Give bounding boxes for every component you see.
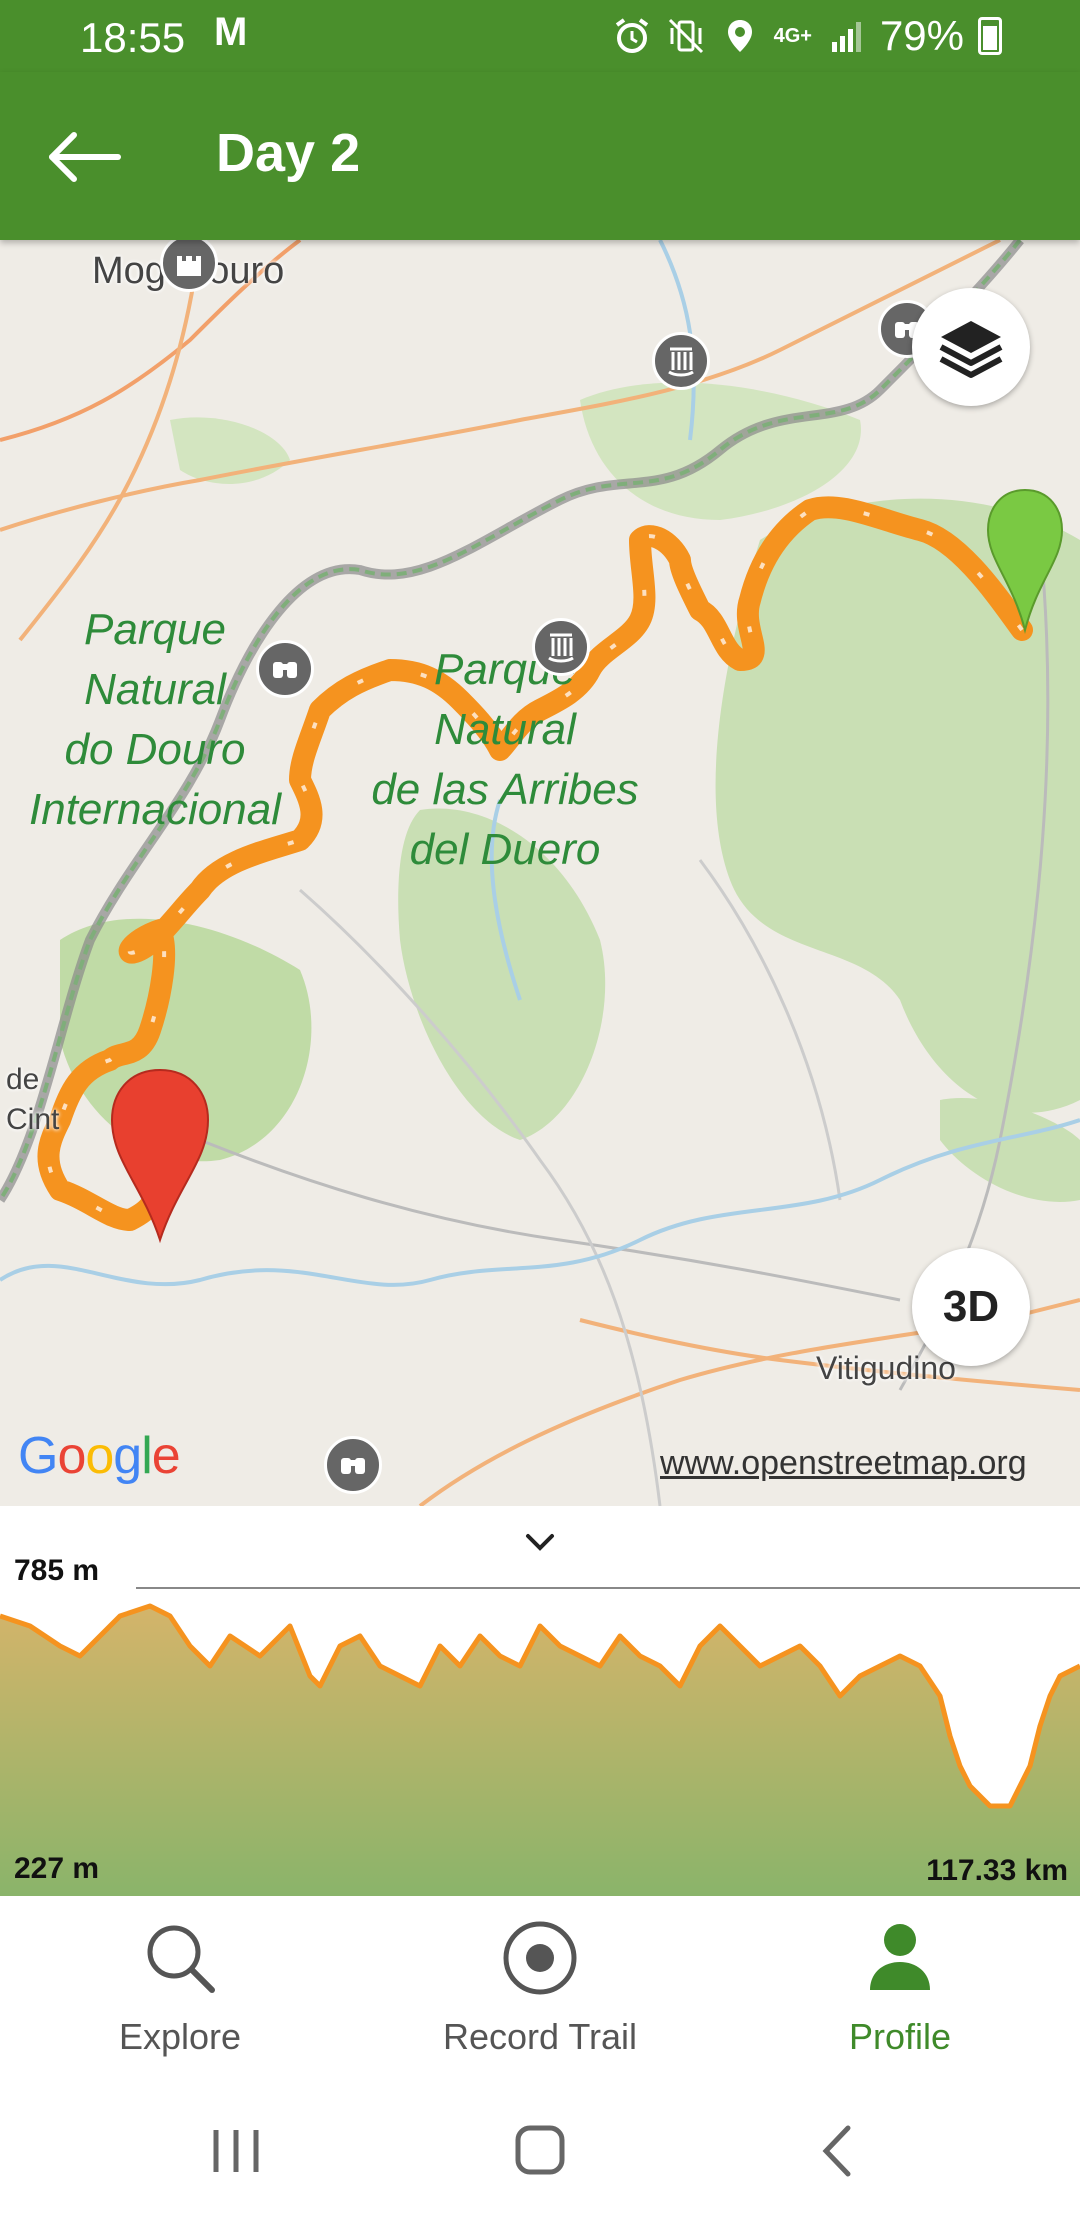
park-label-spain: Parque Natural de las Arribes del Duero	[340, 640, 670, 880]
home-icon[interactable]	[500, 2116, 580, 2186]
status-time: 18:55	[80, 14, 186, 61]
waterfall-poi-icon[interactable]	[652, 332, 710, 390]
nav-profile-label: Profile	[848, 2016, 952, 2057]
location-icon	[727, 20, 752, 52]
alarm-icon	[615, 18, 648, 53]
vibrate-icon	[668, 18, 703, 54]
person-icon	[870, 1924, 930, 1990]
park-pt-line4: Internacional	[29, 785, 281, 834]
park-es-line2: Natural	[434, 705, 576, 754]
app-bar: Day 2	[0, 72, 1080, 240]
battery-percent: 79%	[879, 12, 964, 59]
signal-icon	[831, 22, 861, 52]
battery-icon	[978, 17, 1002, 55]
toggle-3d-button[interactable]: 3D	[912, 1248, 1030, 1366]
chevron-down-icon[interactable]	[520, 1526, 560, 1556]
nav-explore[interactable]: Explore	[30, 1916, 330, 2066]
elevation-max-label: 785 m	[14, 1554, 100, 1587]
viewpoint-poi-icon[interactable]	[324, 1436, 382, 1494]
waterfall-poi-icon[interactable]	[532, 618, 590, 676]
recent-apps-icon[interactable]	[196, 2116, 276, 2186]
park-pt-line3: do Douro	[64, 725, 246, 774]
town-label-edge: de Cint	[6, 1060, 59, 1140]
network-type: 4G+	[773, 24, 812, 47]
layers-icon	[939, 321, 1003, 378]
bottom-navigation: Explore Record Trail Profile	[0, 1896, 1080, 2076]
osm-attribution-link[interactable]: www.openstreetmap.org	[660, 1444, 1027, 1483]
elevation-min-label: 227 m	[14, 1852, 100, 1885]
status-bar: 18:55 M 4G+ 79%	[0, 0, 1080, 72]
nav-record-trail[interactable]: Record Trail	[390, 1916, 690, 2066]
back-icon[interactable]	[800, 2116, 880, 2186]
map-layers-button[interactable]	[912, 288, 1030, 406]
park-label-portugal: Parque Natural do Douro Internacional	[0, 600, 310, 840]
page-title: Day 2	[216, 123, 361, 183]
gmail-notification-icon: M	[214, 10, 248, 54]
search-icon	[147, 1925, 215, 1993]
distance-label: 117.33 km	[926, 1854, 1068, 1887]
town-label-vitigudino: Vitigudino	[816, 1350, 956, 1386]
edge-line2: Cint	[6, 1103, 60, 1136]
elevation-profile-panel: 785 m 227 m 117.33 km	[0, 1506, 1080, 1896]
viewpoint-poi-icon[interactable]	[256, 640, 314, 698]
park-es-line4: del Duero	[409, 825, 601, 874]
back-arrow-icon[interactable]	[40, 122, 130, 192]
google-logo: Google	[18, 1427, 181, 1485]
map-view[interactable]: Parque Natural do Douro Internacional Pa…	[0, 240, 1080, 1506]
elevation-chart[interactable]	[0, 1506, 1080, 1896]
status-icons: 4G+ 79%	[612, 12, 1002, 60]
nav-record-trail-label: Record Trail	[442, 2016, 638, 2057]
system-navigation-bar	[0, 2076, 1080, 2220]
record-icon	[503, 1921, 577, 1995]
nav-profile[interactable]: Profile	[750, 1916, 1050, 2066]
elevation-area	[0, 1606, 1080, 1896]
park-es-line1: Parque	[434, 645, 576, 694]
edge-line1: de	[6, 1063, 40, 1096]
nav-explore-label: Explore	[118, 2016, 242, 2057]
park-es-line3: de las Arribes	[371, 765, 639, 814]
